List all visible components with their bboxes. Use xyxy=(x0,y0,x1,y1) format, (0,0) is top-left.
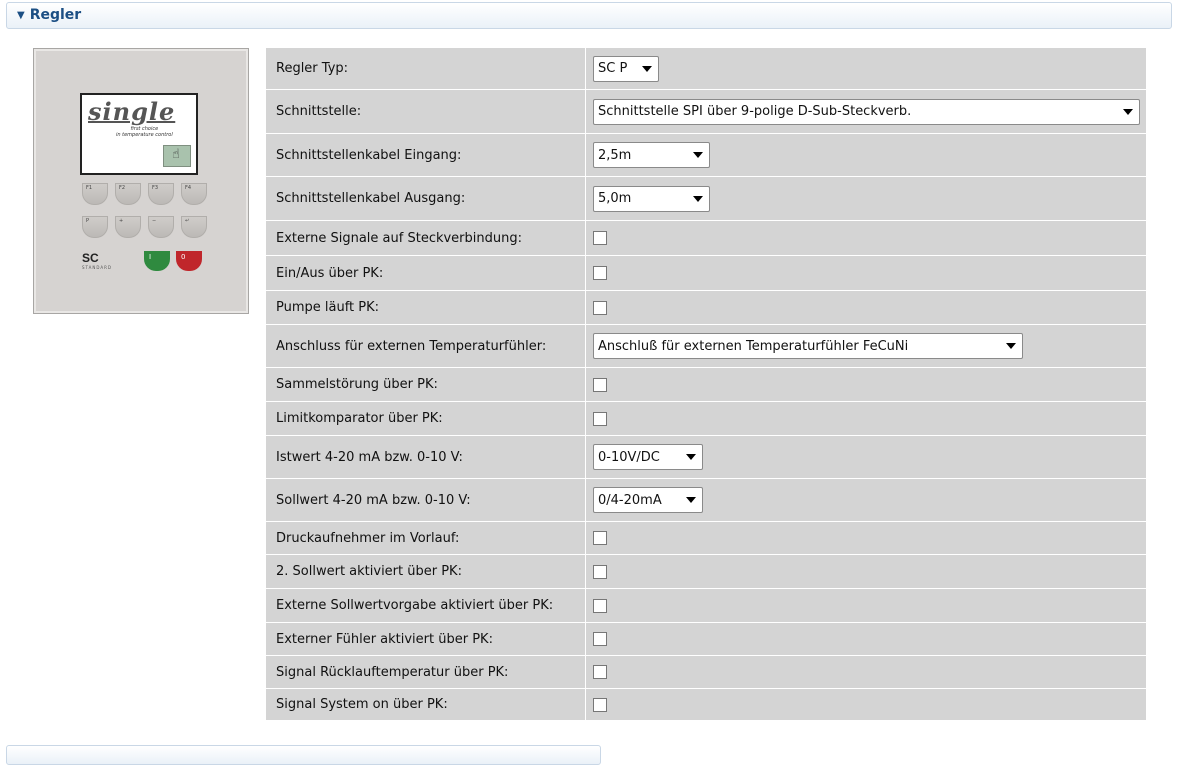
next-section-header[interactable] xyxy=(6,745,601,765)
row-label: Schnittstellenkabel Ausgang: xyxy=(266,177,586,220)
row-label: Limitkomparator über PK: xyxy=(266,402,586,435)
row-label: 2. Sollwert aktiviert über PK: xyxy=(266,555,586,588)
power-on-button-picture: I xyxy=(144,251,170,271)
row-label: Regler Typ: xyxy=(266,48,586,89)
logo-tagline: first choice in temperature control xyxy=(116,126,173,138)
form-row-limitkomparator: Limitkomparator über PK: xyxy=(266,402,1146,436)
row-label: Ein/Aus über PK: xyxy=(266,256,586,290)
key-f3: F3 xyxy=(148,183,174,205)
form-row-system-on: Signal System on über PK: xyxy=(266,689,1146,720)
controller-image: single first choice in temperature contr… xyxy=(33,48,249,314)
dropdown-arrow-icon xyxy=(693,195,703,202)
form-row-druckaufnehmer: Druckaufnehmer im Vorlauf: xyxy=(266,522,1146,555)
form-row-pumpe: Pumpe läuft PK: xyxy=(266,291,1146,325)
form-row-externer-fuehler: Externer Fühler aktiviert über PK: xyxy=(266,623,1146,656)
zweiter-sollwert-checkbox[interactable] xyxy=(593,564,607,579)
row-label: Schnittstelle: xyxy=(266,90,586,133)
form-row-ruecklauftemperatur: Signal Rücklauftemperatur über PK: xyxy=(266,656,1146,689)
row-label: Anschluss für externen Temperaturfühler: xyxy=(266,325,586,367)
section-header: ▼ Regler xyxy=(6,2,1172,29)
externe-signale-checkbox[interactable] xyxy=(593,231,607,245)
form-row-kabel-ausgang: Schnittstellenkabel Ausgang: 5,0m xyxy=(266,177,1146,221)
key-plus: + xyxy=(115,216,141,238)
power-off-button-picture: 0 xyxy=(176,251,202,271)
control-keys: P + − ↵ xyxy=(82,216,207,238)
form-row-sollwert: Sollwert 4-20 mA bzw. 0-10 V: 0/4-20mA xyxy=(266,479,1146,522)
row-label: Sollwert 4-20 mA bzw. 0-10 V: xyxy=(266,479,586,521)
dropdown-arrow-icon xyxy=(686,454,696,460)
row-label: Sammelstörung über PK: xyxy=(266,368,586,401)
anschluss-fuehler-select[interactable]: Anschluß für externen Temperaturfühler F… xyxy=(593,333,1023,359)
key-p: P xyxy=(82,216,108,238)
dropdown-arrow-icon xyxy=(1123,108,1133,115)
regler-typ-select[interactable]: SC P xyxy=(593,55,659,82)
row-label: Externe Signale auf Steckverbindung: xyxy=(266,221,586,255)
touch-button: ☝ xyxy=(163,145,191,167)
single-logo: single xyxy=(88,97,176,126)
key-minus: − xyxy=(148,216,174,238)
form-row-sammelstoerung: Sammelstörung über PK: xyxy=(266,368,1146,402)
form-row-istwert: Istwert 4-20 mA bzw. 0-10 V: 0-10V/DC xyxy=(266,436,1146,479)
form-row-2-sollwert: 2. Sollwert aktiviert über PK: xyxy=(266,555,1146,589)
externe-sollwertvorgabe-checkbox[interactable] xyxy=(593,598,607,613)
druckaufnehmer-checkbox[interactable] xyxy=(593,531,607,545)
row-label: Pumpe läuft PK: xyxy=(266,291,586,324)
form-row-ein-aus: Ein/Aus über PK: xyxy=(266,256,1146,291)
form-row-kabel-eingang: Schnittstellenkabel Eingang: 2,5m xyxy=(266,134,1146,177)
row-label: Externer Fühler aktiviert über PK: xyxy=(266,623,586,655)
ruecklauftemperatur-checkbox[interactable] xyxy=(593,665,607,679)
controller-screen: single first choice in temperature contr… xyxy=(80,93,198,175)
form-row-schnittstelle: Schnittstelle: Schnittstelle SPI über 9-… xyxy=(266,90,1146,134)
key-enter: ↵ xyxy=(181,216,207,238)
hand-pointer-icon: ☝ xyxy=(172,147,180,162)
form-row-externe-sollwertvorgabe: Externe Sollwertvorgabe aktiviert über P… xyxy=(266,589,1146,623)
row-label: Druckaufnehmer im Vorlauf: xyxy=(266,522,586,554)
kabel-ausgang-select[interactable]: 5,0m xyxy=(593,185,710,212)
dropdown-arrow-icon xyxy=(693,152,703,158)
dropdown-arrow-icon xyxy=(642,65,652,72)
triangle-down-icon: ▼ xyxy=(17,10,25,21)
row-label: Signal System on über PK: xyxy=(266,689,586,720)
istwert-select[interactable]: 0-10V/DC xyxy=(593,444,703,470)
dropdown-arrow-icon xyxy=(1006,343,1016,349)
row-label: Schnittstellenkabel Eingang: xyxy=(266,134,586,176)
row-label: Externe Sollwertvorgabe aktiviert über P… xyxy=(266,589,586,622)
section-title: Regler xyxy=(29,7,82,23)
pumpe-checkbox[interactable] xyxy=(593,300,607,315)
sc-brand-logo: SC xyxy=(82,251,99,265)
sollwert-select[interactable]: 0/4-20mA xyxy=(593,487,703,513)
key-f2: F2 xyxy=(115,183,141,205)
form-row-externe-signale: Externe Signale auf Steckverbindung: xyxy=(266,221,1146,256)
regler-form: Regler Typ: SC P Schnittstelle: Schnitts… xyxy=(266,48,1146,720)
form-row-anschluss-fuehler: Anschluss für externen Temperaturfühler:… xyxy=(266,325,1146,368)
ein-aus-checkbox[interactable] xyxy=(593,266,607,280)
externer-fuehler-checkbox[interactable] xyxy=(593,632,607,646)
schnittstelle-select[interactable]: Schnittstelle SPI über 9-polige D-Sub-St… xyxy=(593,98,1140,125)
system-on-checkbox[interactable] xyxy=(593,697,607,712)
key-f4: F4 xyxy=(181,183,207,205)
row-label: Istwert 4-20 mA bzw. 0-10 V: xyxy=(266,436,586,478)
form-row-regler-typ: Regler Typ: SC P xyxy=(266,48,1146,90)
key-f1: F1 xyxy=(82,183,108,205)
sammelstoerung-checkbox[interactable] xyxy=(593,377,607,392)
row-label: Signal Rücklauftemperatur über PK: xyxy=(266,656,586,688)
sc-brand-sub: STANDARD xyxy=(82,265,113,270)
dropdown-arrow-icon xyxy=(686,497,696,503)
section-toggle[interactable]: ▼ Regler xyxy=(17,7,81,23)
function-keys: F1 F2 F3 F4 xyxy=(82,183,207,205)
kabel-eingang-select[interactable]: 2,5m xyxy=(593,142,710,168)
limitkomparator-checkbox[interactable] xyxy=(593,411,607,426)
